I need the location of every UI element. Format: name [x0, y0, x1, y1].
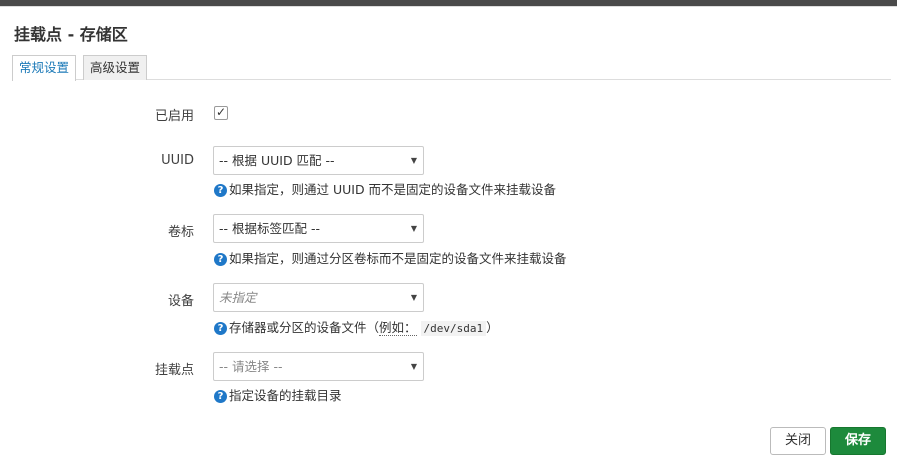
enabled-label: 已启用 [154, 109, 194, 124]
uuid-help-text: 如果指定，则通过 UUID 而不是固定的设备文件来挂载设备 [229, 182, 557, 197]
device-help-suffix: ） [486, 320, 499, 335]
uuid-help: ? 如果指定，则通过 UUID 而不是固定的设备文件来挂载设备 [214, 179, 556, 198]
chevron-down-icon: ▼ [410, 224, 417, 233]
volume-label-label: 卷标 [167, 225, 194, 240]
device-help-prefix: 存储器或分区的设备文件（ [229, 320, 380, 335]
device-select[interactable]: 未指定 ▼ [213, 283, 424, 312]
uuid-label: UUID [161, 153, 194, 168]
mount-point-select-value: -- 请选择 -- [219, 359, 283, 374]
tab-advanced-settings[interactable]: 高级设置 [83, 55, 148, 80]
volume-label-help: ? 如果指定，则通过分区卷标而不是固定的设备文件来挂载设备 [214, 248, 567, 267]
chevron-down-icon: ▼ [410, 362, 417, 371]
mount-point-select[interactable]: -- 请选择 -- ▼ [213, 352, 424, 381]
uuid-select-value: -- 根据 UUID 匹配 -- [219, 153, 335, 168]
help-icon: ? [214, 390, 227, 403]
help-icon: ? [214, 184, 227, 197]
check-icon: ✓ [216, 105, 227, 119]
device-help-code: /dev/sda1 [420, 321, 487, 336]
mount-point-label: 挂载点 [154, 363, 194, 378]
volume-label-help-text: 如果指定，则通过分区卷标而不是固定的设备文件来挂载设备 [229, 251, 567, 266]
chevron-down-icon: ▼ [410, 156, 417, 165]
help-icon: ? [214, 253, 227, 266]
mount-point-dialog: 挂载点 - 存储区 常规设置 高级设置 已启用 ✓ UUID -- 根据 UUI… [0, 6, 897, 468]
help-icon: ? [214, 322, 227, 335]
enabled-checkbox[interactable]: ✓ [214, 105, 228, 120]
save-button[interactable]: 保存 [830, 427, 886, 455]
device-help: ? 存储器或分区的设备文件（例如： /dev/sda1） [214, 317, 499, 336]
chevron-down-icon: ▼ [410, 293, 417, 302]
close-button[interactable]: 关闭 [770, 427, 826, 455]
mount-point-help-text: 指定设备的挂载目录 [229, 388, 342, 403]
dialog-title: 挂载点 - 存储区 [14, 25, 128, 44]
tab-bar: 常规设置 高级设置 [12, 55, 891, 81]
tab-general-settings[interactable]: 常规设置 [12, 55, 77, 81]
device-help-example: 例如： [379, 320, 417, 336]
uuid-select[interactable]: -- 根据 UUID 匹配 -- ▼ [213, 146, 424, 175]
device-label: 设备 [167, 294, 194, 309]
device-select-value: 未指定 [219, 290, 257, 305]
mount-point-help: ? 指定设备的挂载目录 [214, 385, 342, 404]
volume-label-select[interactable]: -- 根据标签匹配 -- ▼ [213, 214, 424, 243]
volume-label-select-value: -- 根据标签匹配 -- [219, 221, 320, 236]
